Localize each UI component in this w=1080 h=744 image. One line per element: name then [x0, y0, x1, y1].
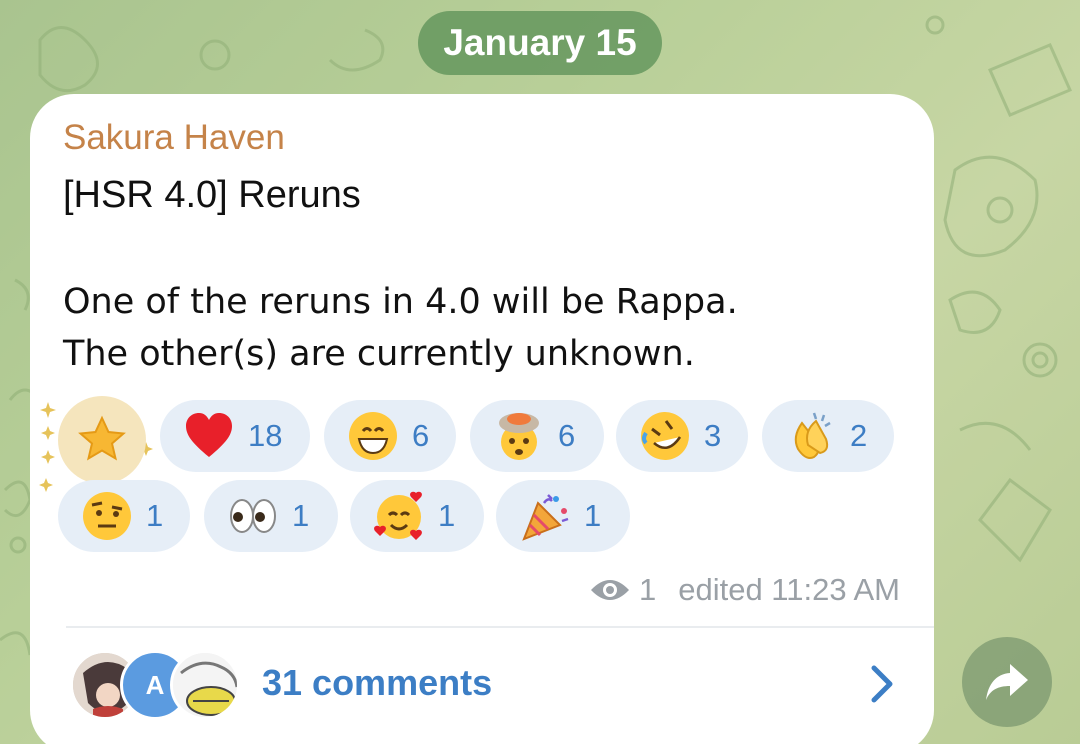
divider — [66, 626, 934, 628]
message-bubble[interactable]: Sakura Haven [HSR 4.0] Reruns One of the… — [30, 94, 934, 744]
reaction-party[interactable]: 1 — [496, 480, 630, 552]
rofl-face-icon — [641, 412, 689, 460]
eyes-icon — [230, 499, 276, 533]
reaction-count: 1 — [584, 498, 602, 533]
share-arrow-icon — [986, 664, 1028, 700]
exploding-head-icon — [499, 413, 539, 460]
reaction-count: 1 — [292, 498, 310, 533]
edited-timestamp: edited 11:23 AM — [678, 572, 900, 607]
reaction-count: 3 — [704, 418, 722, 453]
eye-icon — [590, 580, 629, 600]
raised-eyebrow-face-icon — [83, 492, 131, 540]
reaction-rofl[interactable]: 3 — [616, 400, 748, 472]
red-heart-icon — [186, 413, 232, 457]
sender-name[interactable]: Sakura Haven — [63, 118, 285, 158]
message-meta: 1 edited 11:23 AM — [589, 572, 900, 608]
reaction-clap[interactable]: 2 — [762, 400, 894, 472]
chevron-right-icon[interactable] — [862, 662, 902, 706]
comments-count-label[interactable]: 31 comments — [262, 662, 492, 704]
reaction-raised-eyebrow[interactable]: 1 — [58, 480, 190, 552]
reaction-exploding-head[interactable]: 6 — [470, 400, 604, 472]
smiling-face-with-hearts-icon — [374, 491, 422, 540]
reaction-count: 6 — [558, 418, 576, 453]
clapping-hands-icon — [794, 412, 831, 459]
reaction-count: 18 — [248, 418, 283, 453]
star-icon — [78, 415, 126, 461]
reaction-count: 1 — [146, 498, 164, 533]
reaction-count: 2 — [850, 418, 868, 453]
message-text-line: One of the reruns in 4.0 will be Rappa. — [63, 282, 738, 322]
grinning-face-icon — [349, 412, 397, 460]
reaction-heart[interactable]: 18 — [160, 400, 310, 472]
share-button[interactable] — [962, 637, 1052, 727]
commenter-avatar — [170, 650, 240, 720]
comments-button[interactable]: A 31 comments — [30, 632, 934, 740]
reaction-count: 6 — [412, 418, 430, 453]
reaction-star[interactable] — [58, 396, 146, 484]
date-separator: January 15 — [418, 11, 662, 75]
post-title: [HSR 4.0] Reruns — [63, 174, 361, 216]
reaction-grin[interactable]: 6 — [324, 400, 456, 472]
reaction-eyes[interactable]: 1 — [204, 480, 338, 552]
reaction-hearts-face[interactable]: 1 — [350, 480, 484, 552]
message-text-line: The other(s) are currently unknown. — [63, 334, 695, 374]
party-popper-icon — [522, 494, 569, 541]
reaction-count: 1 — [438, 498, 456, 533]
view-count: 1 — [638, 572, 657, 607]
